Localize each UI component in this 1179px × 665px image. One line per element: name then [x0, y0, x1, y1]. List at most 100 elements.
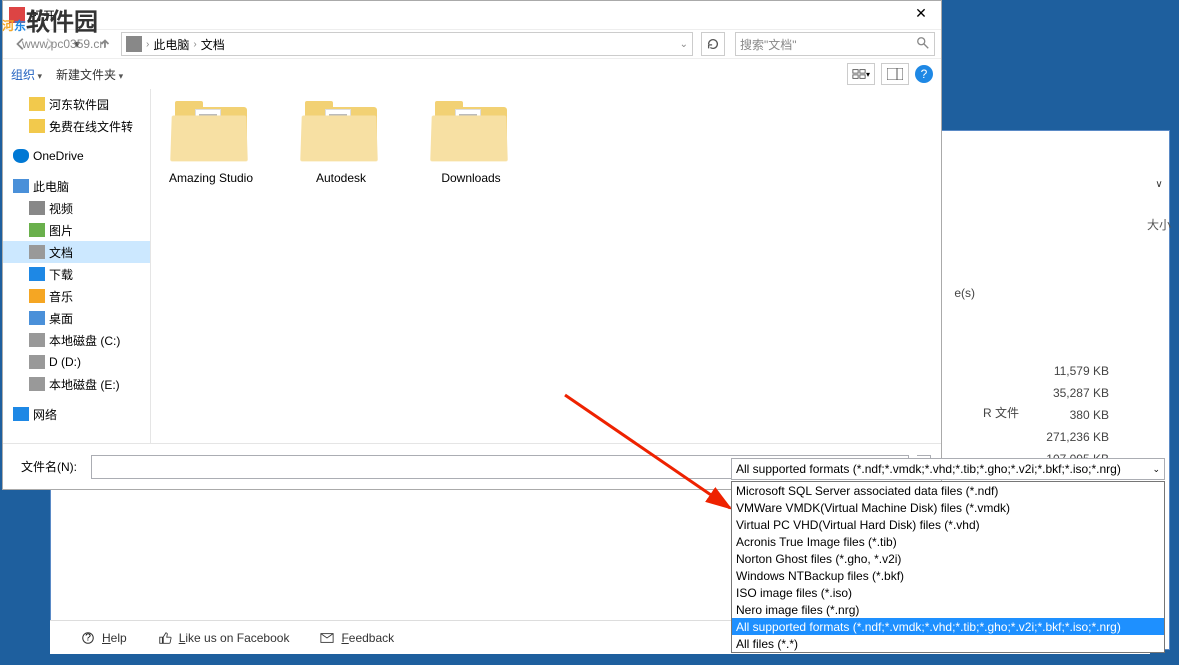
tree-item[interactable]: 网络: [3, 403, 150, 425]
chevron-down-icon[interactable]: ⌄: [680, 39, 688, 50]
folder-icon: [29, 119, 45, 133]
onedrive-icon: [13, 149, 29, 163]
help-icon: ?: [80, 631, 96, 645]
filter-option[interactable]: ISO image files (*.iso): [732, 584, 1164, 601]
breadcrumb-current[interactable]: 文档: [201, 36, 225, 53]
tree-item[interactable]: 河东软件园: [3, 93, 150, 115]
filter-option[interactable]: VMWare VMDK(Virtual Machine Disk) files …: [732, 499, 1164, 516]
filter-option[interactable]: Acronis True Image files (*.tib): [732, 533, 1164, 550]
folder-label: Autodesk: [291, 171, 391, 185]
tree-item-label: 文档: [49, 244, 73, 261]
file-type-dropdown[interactable]: Microsoft SQL Server associated data fil…: [731, 481, 1165, 653]
folder-icon: [171, 99, 251, 163]
tree-item-label: 音乐: [49, 288, 73, 305]
back-button[interactable]: [9, 32, 33, 56]
help-button[interactable]: ?: [915, 65, 933, 83]
facebook-link[interactable]: Like us on FacebookLike us on Facebook: [157, 631, 290, 645]
folder-item[interactable]: Autodesk: [291, 99, 391, 185]
up-button[interactable]: [93, 32, 117, 56]
view-mode-button[interactable]: ▾: [847, 63, 875, 85]
breadcrumb-root[interactable]: 此电脑: [153, 36, 189, 53]
bg-ext-hint: e(s): [954, 286, 975, 300]
app-icon: [9, 7, 25, 23]
close-button[interactable]: ✕: [907, 5, 935, 25]
feedback-link[interactable]: FeedbackFeedback: [319, 631, 394, 645]
filter-option[interactable]: Norton Ghost files (*.gho, *.v2i): [732, 550, 1164, 567]
filter-option[interactable]: All files (*.*): [732, 635, 1164, 652]
disk-icon: [29, 355, 45, 369]
tree-item[interactable]: D (D:): [3, 351, 150, 373]
folder-icon: [301, 99, 381, 163]
tree-item[interactable]: 此电脑: [3, 175, 150, 197]
dialog-toolbar: 组织 新建文件夹 ▾ ?: [3, 59, 941, 89]
folder-label: Amazing Studio: [161, 171, 261, 185]
tree-item[interactable]: 免费在线文件转: [3, 115, 150, 137]
tree-item[interactable]: 本地磁盘 (E:): [3, 373, 150, 395]
filter-option[interactable]: Windows NTBackup files (*.bkf): [732, 567, 1164, 584]
tree-item[interactable]: 音乐: [3, 285, 150, 307]
folder-item[interactable]: Amazing Studio: [161, 99, 261, 185]
search-icon[interactable]: [916, 36, 930, 53]
music-icon: [29, 289, 45, 303]
search-input[interactable]: 搜索"文档": [735, 32, 935, 56]
filter-option[interactable]: Nero image files (*.nrg): [732, 601, 1164, 618]
folder-icon: [431, 99, 511, 163]
desktop-icon: [29, 311, 45, 325]
folder-icon: [29, 97, 45, 111]
location-icon: [126, 36, 142, 52]
thumbs-up-icon: [157, 631, 173, 645]
tree-item-label: 免费在线文件转: [49, 118, 133, 135]
folder-tree[interactable]: 河东软件园免费在线文件转 OneDrive 此电脑视频图片文档下载音乐桌面本地磁盘 …: [3, 89, 151, 443]
pic-icon: [29, 223, 45, 237]
tree-item-label: 本地磁盘 (C:): [49, 332, 120, 349]
dialog-nav: ▾ › 此电脑 › 文档 ⌄ 搜索"文档": [3, 29, 941, 59]
net-icon: [13, 407, 29, 421]
video-icon: [29, 201, 45, 215]
forward-button[interactable]: [37, 32, 61, 56]
tree-item[interactable]: 本地磁盘 (C:): [3, 329, 150, 351]
filter-selected-text: All supported formats (*.ndf;*.vmdk;*.vh…: [736, 462, 1121, 476]
dialog-titlebar: 打开 ✕: [3, 1, 941, 29]
chevron-down-icon: ⌄: [1152, 464, 1160, 475]
tree-item[interactable]: 视频: [3, 197, 150, 219]
file-list[interactable]: Amazing Studio Autodesk Downloads: [151, 89, 941, 443]
tree-item-label: 下载: [49, 266, 73, 283]
bg-dropdown-icon[interactable]: ∨: [1147, 175, 1171, 193]
organize-menu[interactable]: 组织: [11, 66, 42, 83]
tree-item-label: D (D:): [49, 355, 81, 369]
folder-item[interactable]: Downloads: [421, 99, 521, 185]
bg-header: ∨: [1147, 175, 1171, 193]
bg-file-sizes: 11,579 KB 35,287 KB 380 KB 271,236 KB 10…: [1046, 360, 1109, 470]
help-link[interactable]: ? HHelpelp: [80, 631, 127, 645]
disk-icon: [29, 333, 45, 347]
preview-pane-button[interactable]: [881, 63, 909, 85]
tree-item[interactable]: 文档: [3, 241, 150, 263]
folder-label: Downloads: [421, 171, 521, 185]
disk-icon: [29, 377, 45, 391]
filter-option[interactable]: All supported formats (*.ndf;*.vmdk;*.vh…: [732, 618, 1164, 635]
filter-option[interactable]: Virtual PC VHD(Virtual Hard Disk) files …: [732, 516, 1164, 533]
tree-item[interactable]: OneDrive: [3, 145, 150, 167]
recent-dropdown[interactable]: ▾: [65, 32, 89, 56]
tree-item-label: 图片: [49, 222, 73, 239]
search-placeholder: 搜索"文档": [740, 36, 797, 53]
breadcrumb[interactable]: › 此电脑 › 文档 ⌄: [121, 32, 693, 56]
mail-icon: [319, 631, 335, 645]
tree-item-label: OneDrive: [33, 149, 84, 163]
tree-item-label: 网络: [33, 406, 57, 423]
pc-icon: [13, 179, 29, 193]
file-open-dialog: 打开 ✕ ▾ › 此电脑 › 文档 ⌄ 搜索"文档" 组织 新建文件夹: [2, 0, 942, 490]
dialog-title: 打开: [31, 7, 907, 24]
tree-item-label: 河东软件园: [49, 96, 109, 113]
refresh-button[interactable]: [701, 32, 725, 56]
tree-item[interactable]: 下载: [3, 263, 150, 285]
bg-type-hint: R 文件: [983, 404, 1019, 421]
dl-icon: [29, 267, 45, 281]
tree-item-label: 此电脑: [33, 178, 69, 195]
filename-label: 文件名(N):: [13, 458, 83, 475]
new-folder-button[interactable]: 新建文件夹: [56, 66, 123, 83]
tree-item[interactable]: 桌面: [3, 307, 150, 329]
filter-option[interactable]: Microsoft SQL Server associated data fil…: [732, 482, 1164, 499]
file-type-filter[interactable]: All supported formats (*.ndf;*.vmdk;*.vh…: [731, 458, 1165, 480]
tree-item[interactable]: 图片: [3, 219, 150, 241]
